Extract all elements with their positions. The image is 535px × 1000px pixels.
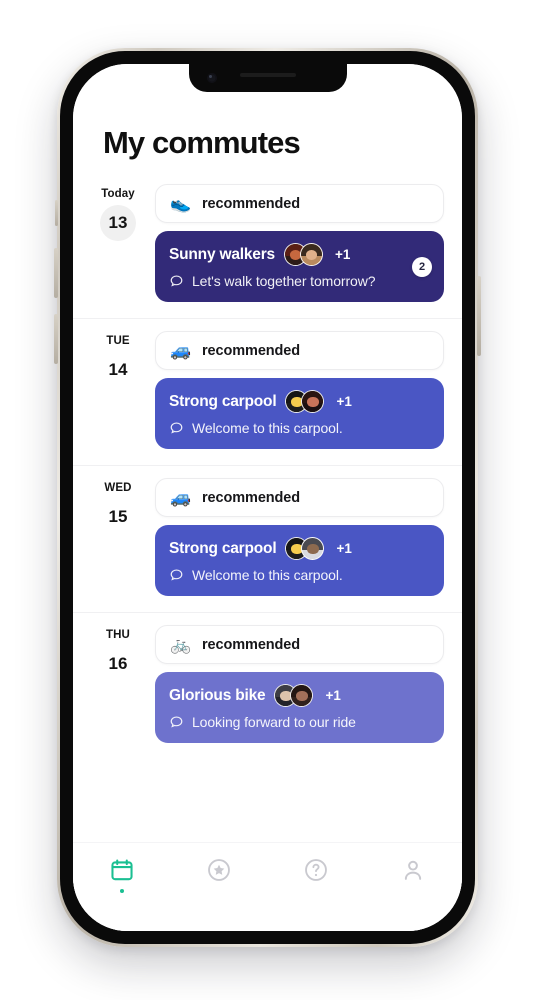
star-circle-icon bbox=[206, 857, 232, 883]
silent-switch[interactable] bbox=[55, 200, 58, 226]
recommended-label: recommended bbox=[202, 636, 301, 653]
day-number: 15 bbox=[108, 506, 128, 526]
avatar-participant-2 bbox=[299, 243, 323, 267]
avatar-face bbox=[307, 544, 319, 555]
day-block: THU 16 🚲 recommended Glorious bike +1 Looking … bbox=[73, 612, 462, 759]
day-block: WED 15 🚙 recommended Strong carpool +1 Welcome… bbox=[73, 465, 462, 612]
notch bbox=[188, 64, 347, 92]
phone-screen: My commutes Today 13 👟 recommended Sunny wal… bbox=[73, 64, 462, 931]
recommended-label: recommended bbox=[202, 195, 301, 212]
recommended-mode-row[interactable]: 🚙 recommended bbox=[155, 331, 444, 371]
commute-message-text: Welcome to this carpool. bbox=[192, 420, 343, 437]
commute-card[interactable]: Sunny walkers +1 Let's walk together tomor… bbox=[155, 231, 444, 303]
recommended-label: recommended bbox=[202, 342, 301, 359]
day-content: 🚲 recommended Glorious bike +1 Looking forwa… bbox=[145, 625, 444, 744]
commute-message-row: Looking forward to our ride bbox=[169, 714, 430, 730]
chat-bubble-icon bbox=[169, 715, 184, 730]
commute-card-header: Strong carpool +1 bbox=[169, 537, 430, 561]
commute-card-header: Sunny walkers +1 bbox=[169, 243, 430, 267]
extra-members-count: +1 bbox=[334, 247, 351, 263]
commutes-scroll-area[interactable]: My commutes Today 13 👟 recommended Sunny wal… bbox=[73, 64, 462, 842]
earpiece-speaker bbox=[239, 73, 296, 77]
tab-calendar[interactable] bbox=[73, 857, 170, 893]
running-shoe-icon: 👟 bbox=[170, 194, 192, 214]
tab-help[interactable] bbox=[268, 857, 365, 893]
commute-message-row: Welcome to this carpool. bbox=[169, 567, 430, 583]
recommended-label: recommended bbox=[202, 489, 301, 506]
day-date-column: TUE 14 bbox=[91, 331, 145, 388]
bottom-tab-bar bbox=[73, 842, 462, 931]
commutes-day-list: Today 13 👟 recommended Sunny walkers +1 Let's … bbox=[73, 182, 462, 759]
car-icon: 🚙 bbox=[170, 488, 192, 508]
recommended-mode-row[interactable]: 🚲 recommended bbox=[155, 625, 444, 665]
commute-group-name: Strong carpool bbox=[169, 539, 277, 557]
day-number: 16 bbox=[108, 653, 128, 673]
app-root: My commutes Today 13 👟 recommended Sunny wal… bbox=[73, 64, 462, 931]
avatar-participant-2 bbox=[290, 684, 314, 708]
chat-bubble-icon bbox=[169, 274, 184, 289]
day-content: 🚙 recommended Strong carpool +1 Welcome to t… bbox=[145, 331, 444, 450]
avatar-face bbox=[296, 691, 308, 702]
question-circle-icon bbox=[303, 857, 329, 883]
day-label: WED bbox=[104, 482, 132, 495]
day-label: Today bbox=[101, 188, 135, 201]
volume-up-button[interactable] bbox=[54, 248, 58, 298]
avatar-group bbox=[285, 390, 325, 414]
power-button[interactable] bbox=[477, 276, 481, 356]
day-date-column: Today 13 bbox=[91, 184, 145, 241]
phone-frame: My commutes Today 13 👟 recommended Sunny wal… bbox=[54, 48, 481, 947]
recommended-mode-row[interactable]: 🚙 recommended bbox=[155, 478, 444, 518]
day-label: THU bbox=[106, 629, 130, 642]
avatar-participant-2 bbox=[301, 537, 325, 561]
extra-members-count: +1 bbox=[325, 688, 341, 704]
day-number: 14 bbox=[108, 359, 128, 379]
avatar-group bbox=[274, 684, 314, 708]
person-icon bbox=[400, 857, 426, 883]
commute-message-text: Looking forward to our ride bbox=[192, 714, 356, 731]
commute-group-name: Sunny walkers bbox=[169, 245, 275, 263]
commute-group-name: Glorious bike bbox=[169, 686, 266, 704]
volume-down-button[interactable] bbox=[54, 314, 58, 364]
avatar-group bbox=[283, 243, 323, 267]
unread-count-badge: 2 bbox=[412, 256, 432, 277]
day-content: 🚙 recommended Strong carpool +1 Welcome to t… bbox=[145, 478, 444, 597]
chat-bubble-icon bbox=[169, 568, 184, 583]
commute-message-text: Let's walk together tomorrow? bbox=[192, 273, 376, 290]
active-tab-indicator bbox=[411, 889, 415, 893]
commute-card[interactable]: Strong carpool +1 Welcome to this carpool. bbox=[155, 378, 444, 450]
calendar-icon bbox=[109, 857, 135, 883]
recommended-mode-row[interactable]: 👟 recommended bbox=[155, 184, 444, 224]
extra-members-count: +1 bbox=[336, 394, 352, 410]
commute-message-text: Welcome to this carpool. bbox=[192, 567, 343, 584]
commute-card[interactable]: Glorious bike +1 Looking forward to our ri… bbox=[155, 672, 444, 744]
front-camera-icon bbox=[206, 73, 217, 83]
day-block: Today 13 👟 recommended Sunny walkers +1 Let's … bbox=[73, 182, 462, 318]
commute-card[interactable]: Strong carpool +1 Welcome to this carpool. bbox=[155, 525, 444, 597]
phone-bezel: My commutes Today 13 👟 recommended Sunny wal… bbox=[60, 51, 475, 944]
bicycle-icon: 🚲 bbox=[170, 635, 192, 655]
day-date-column: THU 16 bbox=[91, 625, 145, 682]
tab-favorites[interactable] bbox=[170, 857, 267, 893]
extra-members-count: +1 bbox=[336, 541, 352, 557]
car-icon: 🚙 bbox=[170, 341, 192, 361]
day-content: 👟 recommended Sunny walkers +1 Let's walk to… bbox=[145, 184, 444, 303]
avatar-face bbox=[307, 397, 319, 408]
avatar-participant-2 bbox=[301, 390, 325, 414]
day-date-column: WED 15 bbox=[91, 478, 145, 535]
commute-message-row: Let's walk together tomorrow? bbox=[169, 273, 430, 289]
active-tab-indicator bbox=[314, 889, 318, 893]
screenshot-canvas: My commutes Today 13 👟 recommended Sunny wal… bbox=[0, 0, 535, 1000]
tab-profile[interactable] bbox=[365, 857, 462, 893]
active-tab-indicator bbox=[119, 889, 124, 893]
commute-card-header: Strong carpool +1 bbox=[169, 390, 430, 414]
chat-bubble-icon bbox=[169, 421, 184, 436]
commute-message-row: Welcome to this carpool. bbox=[169, 420, 430, 436]
day-label: TUE bbox=[106, 335, 130, 348]
day-block: TUE 14 🚙 recommended Strong carpool +1 Welcome… bbox=[73, 318, 462, 465]
day-number: 13 bbox=[100, 204, 136, 241]
commute-card-header: Glorious bike +1 bbox=[169, 684, 430, 708]
commute-group-name: Strong carpool bbox=[169, 392, 277, 410]
active-tab-indicator bbox=[217, 889, 221, 893]
avatar-group bbox=[285, 537, 325, 561]
